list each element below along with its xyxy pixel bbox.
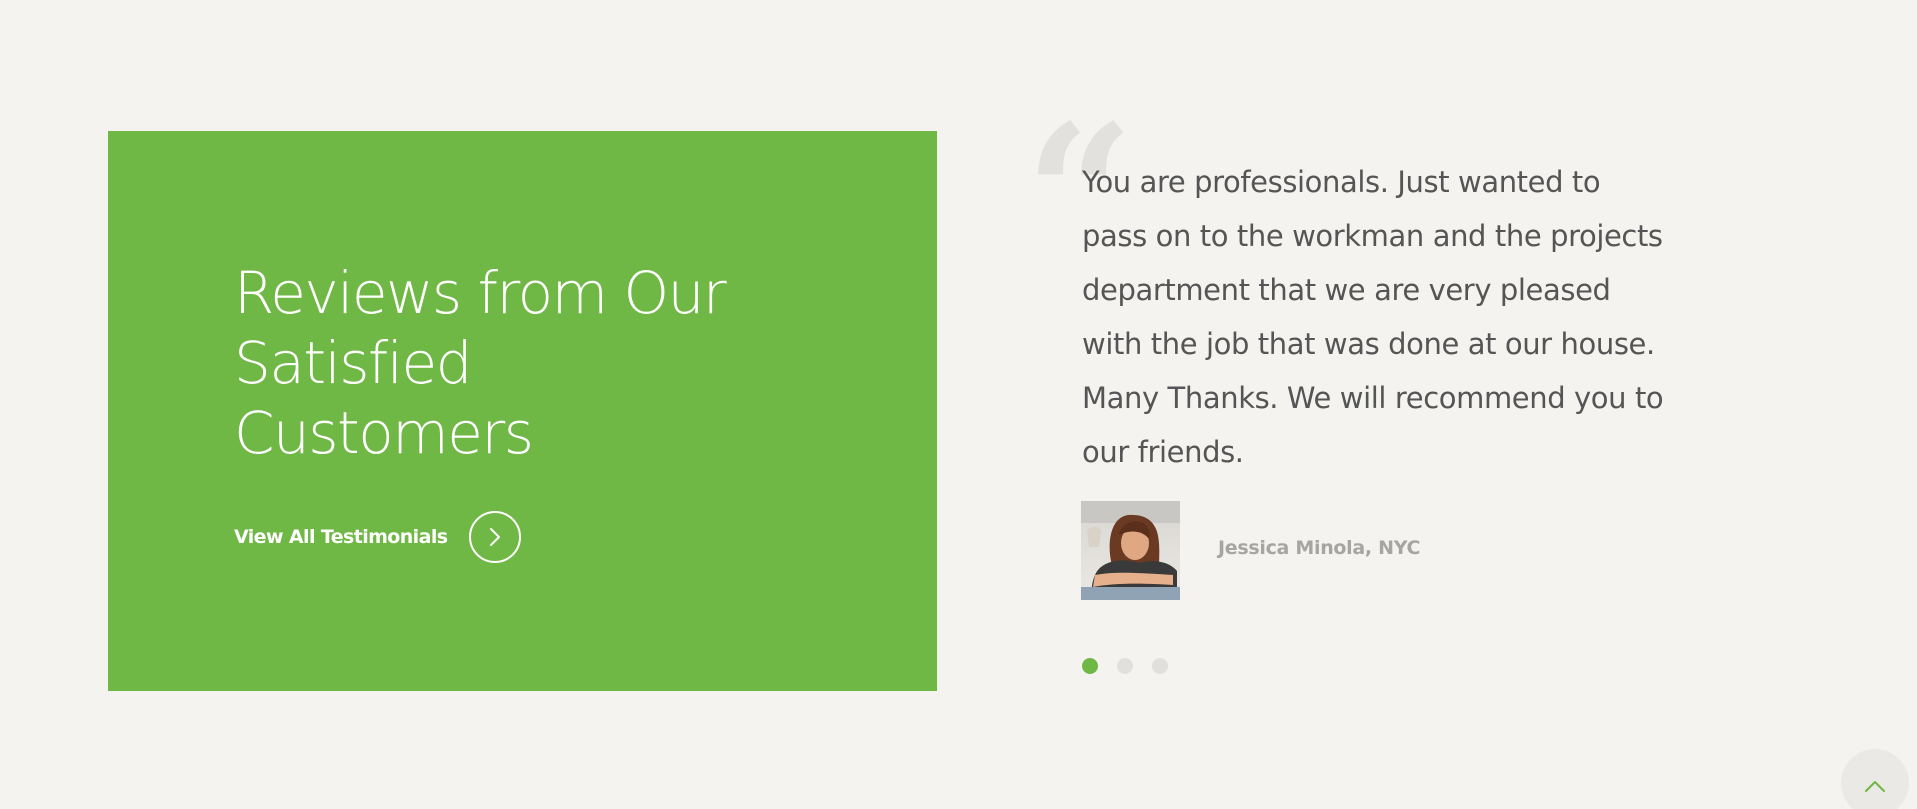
title-line-1: Reviews from Our — [234, 259, 727, 327]
chevron-up-icon — [1865, 781, 1885, 792]
view-all-testimonials-link[interactable]: View All Testimonials — [234, 511, 522, 563]
carousel-pagination — [1082, 658, 1168, 674]
title-line-3: Customers — [234, 399, 534, 467]
back-to-top-button[interactable] — [1841, 749, 1909, 809]
carousel-dot-1[interactable] — [1082, 658, 1098, 674]
circle-arrow-button[interactable] — [469, 511, 522, 563]
avatar-illustration — [1081, 501, 1180, 600]
section-title: Reviews from Our Satisfied Customers — [234, 258, 834, 468]
carousel-dot-2[interactable] — [1117, 658, 1133, 674]
testimonial-author: Jessica Minola, NYC — [1218, 537, 1421, 559]
customer-avatar — [1081, 501, 1180, 600]
title-line-2: Satisfied — [234, 329, 472, 397]
view-all-label: View All Testimonials — [234, 526, 448, 548]
carousel-dot-3[interactable] — [1152, 658, 1168, 674]
testimonial-quote: You are professionals. Just wanted to pa… — [1082, 165, 1664, 469]
chevron-right-icon — [490, 528, 501, 546]
testimonials-section: Reviews from Our Satisfied Customers Vie… — [0, 0, 1917, 809]
testimonials-promo-panel: Reviews from Our Satisfied Customers Vie… — [108, 131, 937, 691]
